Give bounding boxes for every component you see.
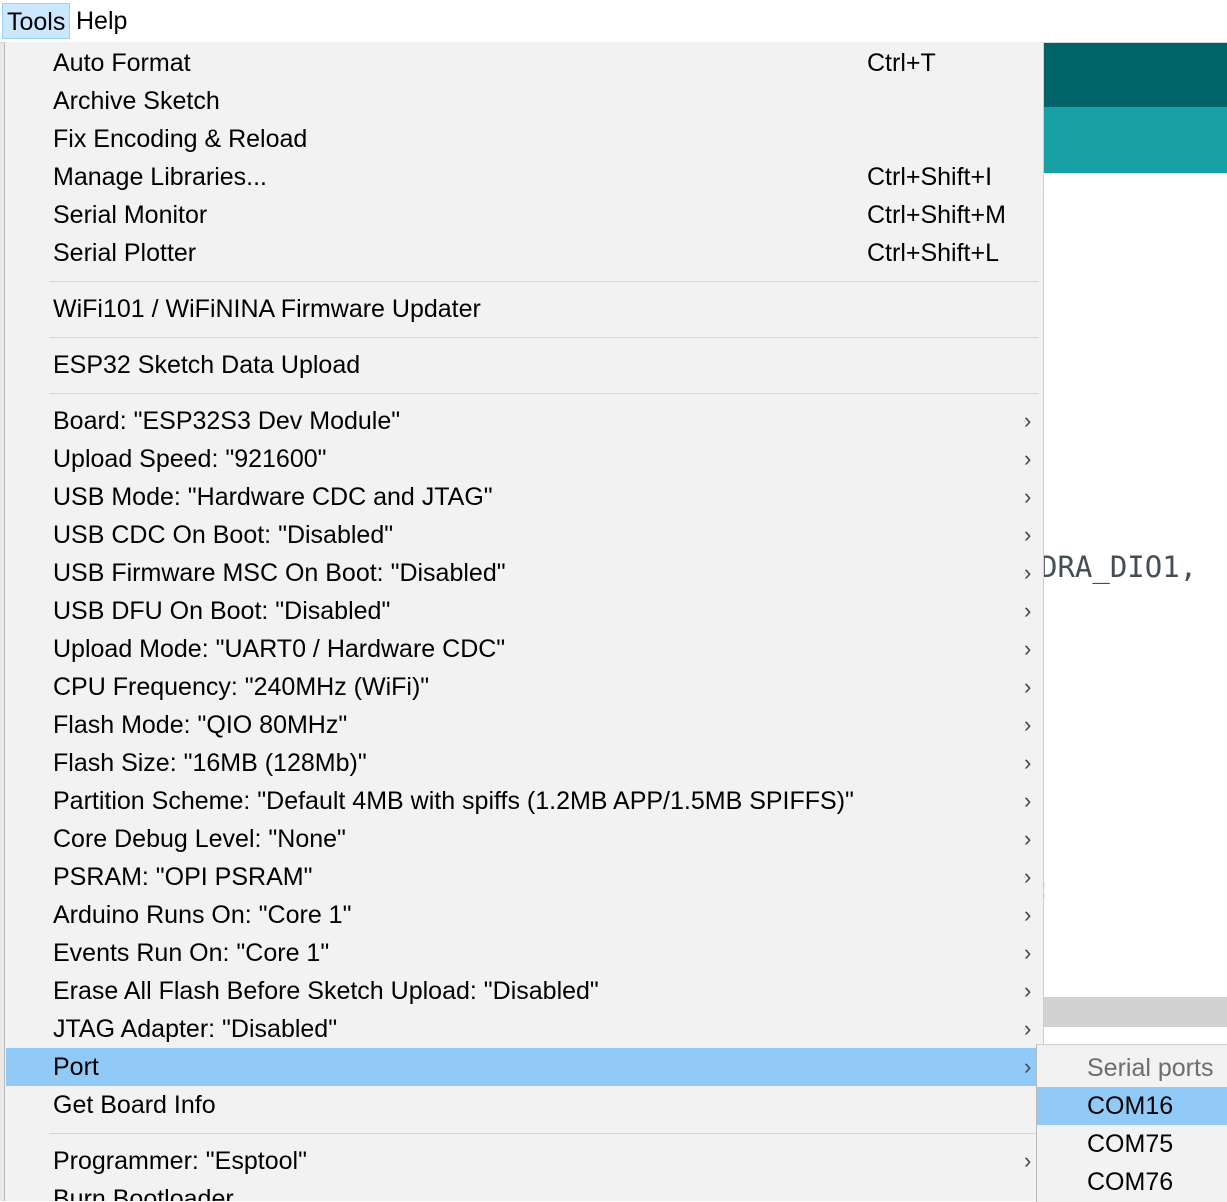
menu-item-label: Serial Monitor (53, 201, 208, 229)
chevron-right-icon: › (1024, 408, 1032, 433)
ide-toolbar (1043, 42, 1227, 107)
menu-item-label: Programmer: "Esptool" (53, 1147, 307, 1175)
menu-item-firmware-updater[interactable]: WiFi101 / WiFiNINA Firmware Updater (5, 290, 1043, 328)
menu-item-esp32-data-upload[interactable]: ESP32 Sketch Data Upload (5, 346, 1043, 384)
chevron-right-icon: › (1024, 674, 1032, 699)
menu-tools[interactable]: Tools (2, 3, 71, 39)
menu-bar: Tools Help (0, 0, 1227, 43)
menu-item-serial-monitor[interactable]: Serial Monitor Ctrl+Shift+M (5, 196, 1043, 234)
port-item-com75[interactable]: COM75 (1037, 1125, 1227, 1163)
chevron-right-icon: › (1024, 1148, 1032, 1173)
menu-item-label: Serial Plotter (53, 239, 197, 267)
chevron-right-icon: › (1024, 978, 1032, 1003)
chevron-right-icon: › (1024, 636, 1032, 661)
chevron-right-icon: › (1024, 446, 1032, 471)
menu-item-cpu-frequency[interactable]: CPU Frequency: "240MHz (WiFi)" › (5, 668, 1043, 706)
menu-item-fix-encoding[interactable]: Fix Encoding & Reload (5, 120, 1043, 158)
chevron-right-icon: › (1024, 940, 1032, 965)
menu-item-events-run-on[interactable]: Events Run On: "Core 1" › (5, 934, 1043, 972)
menu-item-label: Fix Encoding & Reload (53, 125, 308, 153)
menu-item-shortcut: Ctrl+Shift+L (867, 239, 1000, 267)
chevron-right-icon: › (1024, 826, 1032, 851)
menu-item-label: Partition Scheme: "Default 4MB with spif… (53, 787, 854, 815)
menu-item-label: Flash Size: "16MB (128Mb)" (53, 749, 367, 777)
chevron-right-icon: › (1024, 750, 1032, 775)
code-fragment: DRA_DIO1, (1040, 550, 1198, 584)
chevron-right-icon: › (1024, 864, 1032, 889)
menu-item-label: Archive Sketch (53, 87, 220, 115)
menu-item-flash-size[interactable]: Flash Size: "16MB (128Mb)" › (5, 744, 1043, 782)
ide-tab-bar (1043, 107, 1227, 173)
menu-item-auto-format[interactable]: Auto Format Ctrl+T (5, 44, 1043, 82)
chevron-right-icon: › (1024, 598, 1032, 623)
menu-item-label: PSRAM: "OPI PSRAM" (53, 863, 313, 891)
menu-item-label: JTAG Adapter: "Disabled" (53, 1015, 338, 1043)
menu-item-label: Core Debug Level: "None" (53, 825, 346, 853)
menu-item-usb-mode[interactable]: USB Mode: "Hardware CDC and JTAG" › (5, 478, 1043, 516)
submenu-header: Serial ports (1087, 1054, 1214, 1082)
menu-item-label: Auto Format (53, 49, 191, 77)
menu-item-manage-libraries[interactable]: Manage Libraries... Ctrl+Shift+I (5, 158, 1043, 196)
menu-item-label: USB Mode: "Hardware CDC and JTAG" (53, 483, 493, 511)
chevron-right-icon: › (1024, 902, 1032, 927)
menu-item-shortcut: Ctrl+Shift+M (867, 201, 1006, 229)
menu-item-label: Port (53, 1053, 99, 1081)
menu-separator (5, 1124, 1043, 1142)
menu-item-label: Flash Mode: "QIO 80MHz" (53, 711, 348, 739)
chevron-right-icon: › (1024, 560, 1032, 585)
port-submenu: Serial ports COM16 COM75 COM76 (1036, 1044, 1227, 1202)
chevron-right-icon: › (1024, 484, 1032, 509)
menu-item-serial-plotter[interactable]: Serial Plotter Ctrl+Shift+L (5, 234, 1043, 272)
menu-item-psram[interactable]: PSRAM: "OPI PSRAM" › (5, 858, 1043, 896)
menu-item-partition-scheme[interactable]: Partition Scheme: "Default 4MB with spif… (5, 782, 1043, 820)
menu-item-label: Arduino Runs On: "Core 1" (53, 901, 352, 929)
menu-item-usb-cdc-on-boot[interactable]: USB CDC On Boot: "Disabled" › (5, 516, 1043, 554)
menu-item-label: Manage Libraries... (53, 163, 268, 191)
menu-item-get-board-info[interactable]: Get Board Info (5, 1086, 1043, 1124)
menu-item-programmer[interactable]: Programmer: "Esptool" › (5, 1142, 1043, 1180)
menu-item-usb-msc-on-boot[interactable]: USB Firmware MSC On Boot: "Disabled" › (5, 554, 1043, 592)
chevron-right-icon: › (1024, 712, 1032, 737)
menu-item-archive-sketch[interactable]: Archive Sketch (5, 82, 1043, 120)
menu-item-arduino-runs-on[interactable]: Arduino Runs On: "Core 1" › (5, 896, 1043, 934)
menu-item-upload-speed[interactable]: Upload Speed: "921600" › (5, 440, 1043, 478)
menu-item-label: USB CDC On Boot: "Disabled" (53, 521, 394, 549)
menu-item-shortcut: Ctrl+Shift+I (867, 163, 993, 191)
menu-item-upload-mode[interactable]: Upload Mode: "UART0 / Hardware CDC" › (5, 630, 1043, 668)
menu-item-label: USB DFU On Boot: "Disabled" (53, 597, 391, 625)
menu-separator (5, 384, 1043, 402)
menu-item-flash-mode[interactable]: Flash Mode: "QIO 80MHz" › (5, 706, 1043, 744)
menu-item-label: Burn Bootloader (53, 1185, 234, 1201)
menu-item-jtag-adapter[interactable]: JTAG Adapter: "Disabled" › (5, 1010, 1043, 1048)
menu-separator (5, 272, 1043, 290)
menu-item-port[interactable]: Port › (6, 1048, 1043, 1086)
chevron-right-icon: › (1024, 1016, 1032, 1041)
menu-item-label: CPU Frequency: "240MHz (WiFi)" (53, 673, 430, 701)
menu-item-label: Upload Speed: "921600" (53, 445, 327, 473)
port-item-com76[interactable]: COM76 (1037, 1163, 1227, 1201)
chevron-right-icon: › (1024, 522, 1032, 547)
menu-item-label: Events Run On: "Core 1" (53, 939, 330, 967)
menu-help[interactable]: Help (72, 3, 131, 39)
menu-item-label: Board: "ESP32S3 Dev Module" (53, 407, 401, 435)
menu-item-label: Erase All Flash Before Sketch Upload: "D… (53, 977, 599, 1005)
editor-scrollbar[interactable] (1043, 997, 1227, 1027)
menu-item-label: Upload Mode: "UART0 / Hardware CDC" (53, 635, 506, 663)
menu-item-label: WiFi101 / WiFiNINA Firmware Updater (53, 295, 481, 323)
chevron-right-icon: › (1024, 788, 1032, 813)
menu-item-board[interactable]: Board: "ESP32S3 Dev Module" › (5, 402, 1043, 440)
chevron-right-icon: › (1024, 1054, 1032, 1079)
menu-item-core-debug-level[interactable]: Core Debug Level: "None" › (5, 820, 1043, 858)
tools-menu: Auto Format Ctrl+T Archive Sketch Fix En… (4, 42, 1044, 1201)
menu-item-label: Get Board Info (53, 1091, 216, 1119)
menu-item-label: USB Firmware MSC On Boot: "Disabled" (53, 559, 506, 587)
menu-item-label: ESP32 Sketch Data Upload (53, 351, 361, 379)
menu-item-burn-bootloader[interactable]: Burn Bootloader (5, 1180, 1043, 1201)
port-item-com16[interactable]: COM16 (1037, 1087, 1227, 1125)
menu-item-shortcut: Ctrl+T (867, 49, 936, 77)
menu-item-erase-all-flash[interactable]: Erase All Flash Before Sketch Upload: "D… (5, 972, 1043, 1010)
menu-item-usb-dfu-on-boot[interactable]: USB DFU On Boot: "Disabled" › (5, 592, 1043, 630)
menu-separator (5, 328, 1043, 346)
